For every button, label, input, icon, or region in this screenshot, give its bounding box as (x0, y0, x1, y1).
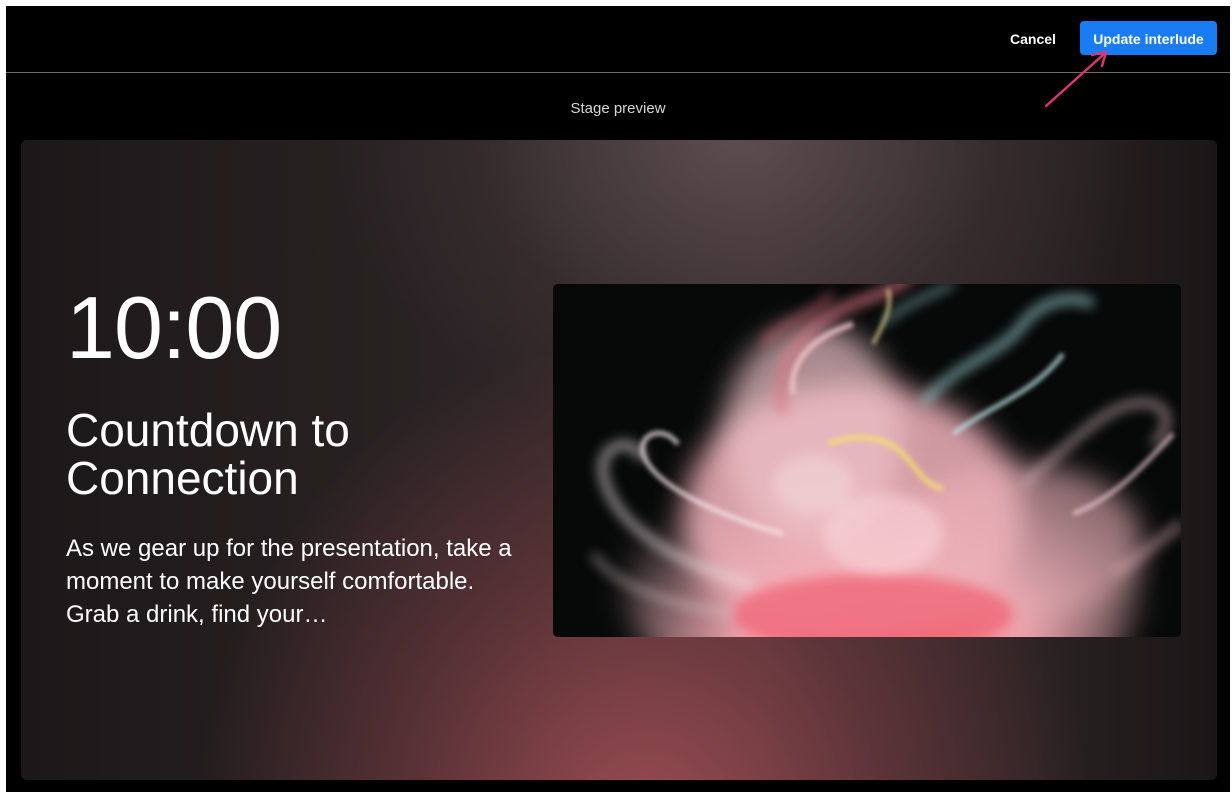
stage-media (553, 284, 1181, 637)
stage-preview: 10:00 Countdown to Connection As we gear… (21, 140, 1217, 780)
stage-description: As we gear up for the presentation, take… (66, 535, 512, 628)
interlude-editor: Cancel Update interlude Stage preview 10… (6, 6, 1230, 792)
smoke-video-thumbnail (553, 284, 1181, 637)
stage-title: Countdown to Connection (66, 404, 350, 504)
stage-preview-label: Stage preview (570, 100, 666, 117)
countdown-timer: 10:00 (66, 278, 282, 377)
